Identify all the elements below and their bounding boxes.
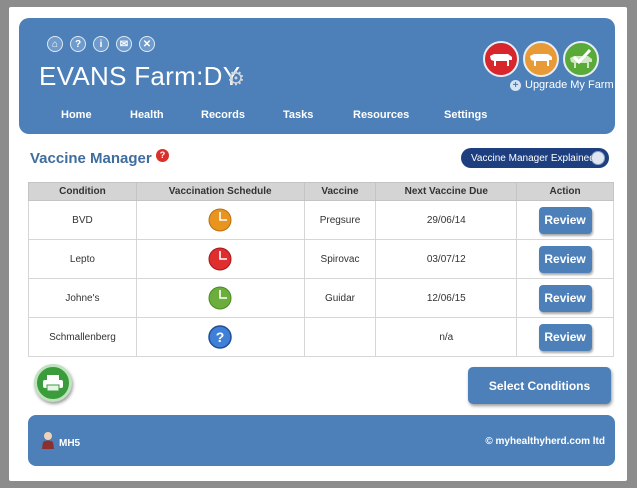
- dairy-cattle-icon[interactable]: [523, 41, 559, 77]
- due-cell: n/a: [375, 317, 518, 357]
- nav-settings[interactable]: Settings: [444, 109, 487, 121]
- table-row: Schmallenberg ? n/a Review: [28, 317, 614, 357]
- table-header-row: Condition Vaccination Schedule Vaccine N…: [28, 182, 614, 201]
- vaccine-cell: Guidar: [303, 278, 377, 318]
- action-cell: Review: [516, 200, 614, 240]
- condition-cell: Schmallenberg: [28, 317, 137, 357]
- nav-tasks[interactable]: Tasks: [283, 109, 313, 121]
- print-button[interactable]: [34, 364, 72, 402]
- main-nav: Home Health Records Tasks Resources Sett…: [19, 109, 615, 125]
- vaccine-cell: Spirovac: [303, 239, 377, 279]
- plus-icon: +: [510, 79, 521, 91]
- column-header: Vaccination Schedule: [135, 182, 305, 201]
- review-button[interactable]: Review: [538, 245, 592, 273]
- column-header: Next Vaccine Due: [375, 182, 518, 201]
- page-title: Vaccine Manager: [30, 150, 152, 167]
- document-icon: [591, 151, 605, 165]
- message-icon[interactable]: ✉: [116, 36, 132, 52]
- close-icon[interactable]: ✕: [139, 36, 155, 52]
- column-header: Condition: [28, 182, 137, 201]
- username: MH5: [59, 438, 81, 449]
- action-cell: Review: [516, 317, 614, 357]
- user-info: MH5: [41, 431, 80, 449]
- question-icon[interactable]: ?: [156, 149, 169, 162]
- schedule-cell: [135, 278, 305, 318]
- select-conditions-button[interactable]: Select Conditions: [468, 367, 611, 404]
- vaccine-manager-explained-button[interactable]: Vaccine Manager Explained: [461, 148, 609, 168]
- condition-cell: BVD: [28, 200, 137, 240]
- due-cell: 03/07/12: [375, 239, 518, 279]
- nav-records[interactable]: Records: [201, 109, 245, 121]
- vaccine-cell: Pregsure: [303, 200, 377, 240]
- vaccine-cell: [303, 317, 377, 357]
- review-button[interactable]: Review: [538, 206, 592, 234]
- beef-cattle-icon[interactable]: [483, 41, 519, 77]
- nav-health[interactable]: Health: [130, 109, 164, 121]
- gear-icon[interactable]: ⚙: [227, 66, 245, 91]
- explained-label: Vaccine Manager Explained: [471, 152, 595, 164]
- farm-name: EVANS Farm:DY: [39, 61, 241, 91]
- upgrade-label: Upgrade My Farm: [525, 79, 614, 91]
- clock-orange-icon[interactable]: [208, 208, 232, 232]
- column-header: Vaccine: [303, 182, 377, 201]
- due-cell: 12/06/15: [375, 278, 518, 318]
- schedule-cell: [135, 239, 305, 279]
- top-icon-bar: ⌂ ? i ✉ ✕: [47, 36, 155, 52]
- column-header: Action: [516, 182, 614, 201]
- header: ⌂ ? i ✉ ✕ EVANS Farm:DY ⚙ + Upgrade My F…: [19, 18, 615, 134]
- check-cattle-icon[interactable]: [563, 41, 599, 77]
- review-button[interactable]: Review: [538, 284, 592, 312]
- review-button[interactable]: Review: [538, 323, 592, 351]
- schedule-cell: ?: [135, 317, 305, 357]
- printer-icon: [43, 375, 63, 392]
- table-row: BVD Pregsure 29/06/14 Review: [28, 200, 614, 240]
- nav-home[interactable]: Home: [61, 109, 92, 121]
- question-blue-icon[interactable]: ?: [208, 325, 232, 349]
- upgrade-link[interactable]: + Upgrade My Farm: [510, 79, 614, 91]
- copyright-text: © myhealthyherd.com ltd: [485, 436, 605, 447]
- vaccine-table: Condition Vaccination Schedule Vaccine N…: [28, 182, 614, 357]
- table-row: Johne's Guidar 12/06/15 Review: [28, 278, 614, 318]
- help-icon[interactable]: ?: [70, 36, 86, 52]
- nav-resources[interactable]: Resources: [353, 109, 409, 121]
- schedule-cell: [135, 200, 305, 240]
- info-icon[interactable]: i: [93, 36, 109, 52]
- condition-cell: Lepto: [28, 239, 137, 279]
- clock-red-icon[interactable]: [208, 247, 232, 271]
- footer: MH5 © myhealthyherd.com ltd: [28, 415, 615, 466]
- action-cell: Review: [516, 239, 614, 279]
- user-avatar-icon: [42, 432, 54, 449]
- clock-green-icon[interactable]: [208, 286, 232, 310]
- table-row: Lepto Spirovac 03/07/12 Review: [28, 239, 614, 279]
- due-cell: 29/06/14: [375, 200, 518, 240]
- home-icon[interactable]: ⌂: [47, 36, 63, 52]
- condition-cell: Johne's: [28, 278, 137, 318]
- svg-text:?: ?: [216, 329, 225, 345]
- action-cell: Review: [516, 278, 614, 318]
